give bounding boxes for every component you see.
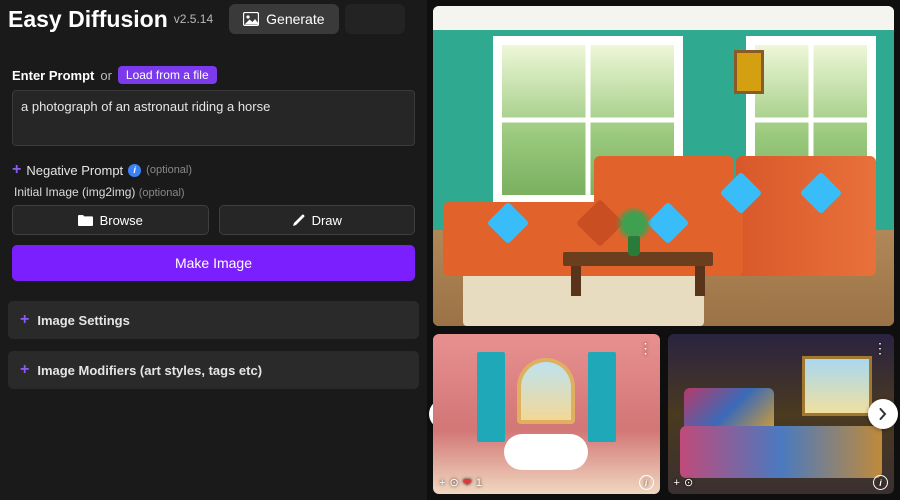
load-from-file-chip[interactable]: Load from a file: [118, 66, 217, 84]
thumbnail-2[interactable]: ⋮ + ⊙ i: [668, 334, 895, 494]
plus-icon: +: [12, 161, 21, 179]
thumbnail-menu-icon[interactable]: ⋮: [639, 340, 654, 357]
left-panel: Easy Diffusion v2.5.14 Generate Enter Pr…: [0, 0, 427, 500]
image-modifiers-label: Image Modifiers (art styles, tags etc): [37, 363, 262, 378]
negative-prompt-toggle[interactable]: + Negative Prompt i (optional): [12, 161, 415, 179]
thumbnail-1-scene: [433, 334, 660, 494]
scene-ceiling: [433, 6, 894, 30]
image-modifiers-panel[interactable]: + Image Modifiers (art styles, tags etc): [8, 351, 419, 389]
browse-label: Browse: [100, 213, 143, 228]
make-image-button[interactable]: Make Image: [12, 245, 415, 281]
thumbnail-menu-icon[interactable]: ⋮: [873, 340, 888, 357]
scene-painting: [734, 50, 764, 94]
chevron-right-icon: [879, 408, 887, 420]
initial-image-label: Initial Image (img2img): [14, 185, 135, 199]
thumbnail-1[interactable]: ⋮ + ⊙ ❤ 1 i: [433, 334, 660, 494]
info-icon[interactable]: i: [128, 164, 141, 177]
thumbnail-footer: + ⊙ i: [674, 475, 889, 490]
tab-generate-label: Generate: [266, 11, 324, 27]
draw-label: Draw: [312, 213, 342, 228]
negative-prompt-label: Negative Prompt: [26, 163, 123, 178]
initial-image-label-row: Initial Image (img2img) (optional): [14, 185, 415, 199]
thumbnail-2-scene: [668, 334, 895, 494]
scene-vase: [628, 236, 640, 256]
prompt-label: Enter Prompt: [12, 68, 94, 83]
prompt-input[interactable]: [12, 90, 415, 146]
prompt-label-row: Enter Prompt or Load from a file: [12, 66, 415, 84]
circle-icon[interactable]: ⊙: [449, 476, 458, 489]
header: Easy Diffusion v2.5.14 Generate: [0, 0, 427, 38]
info-icon[interactable]: i: [639, 475, 654, 490]
thumbnail-row: ⋮ + ⊙ ❤ 1 i ⋮ + ⊙ i: [433, 334, 894, 494]
browse-button[interactable]: Browse: [12, 205, 209, 235]
image-icon: [243, 12, 259, 26]
carousel-next-button[interactable]: [868, 399, 898, 429]
tab-row: Generate: [229, 4, 404, 34]
thumbnail-footer: + ⊙ ❤ 1 i: [439, 475, 654, 490]
draw-button[interactable]: Draw: [219, 205, 416, 235]
heart-icon[interactable]: ❤: [463, 476, 472, 489]
plus-icon: +: [20, 311, 29, 329]
initial-image-buttons: Browse Draw: [12, 205, 415, 235]
prompt-section: Enter Prompt or Load from a file + Negat…: [0, 58, 427, 289]
scene-sofa-side: [736, 156, 876, 276]
negative-optional: (optional): [146, 164, 192, 176]
image-settings-label: Image Settings: [37, 313, 129, 328]
right-panel: ⋮ + ⊙ ❤ 1 i ⋮ + ⊙ i: [427, 0, 900, 500]
scene-table: [563, 252, 713, 296]
like-count: 1: [476, 477, 482, 489]
pencil-icon: [292, 214, 305, 227]
generated-image-main[interactable]: [433, 6, 894, 326]
initial-image-optional: (optional): [139, 187, 185, 199]
folder-icon: [78, 214, 93, 226]
tab-generate[interactable]: Generate: [229, 4, 338, 34]
info-icon[interactable]: i: [873, 475, 888, 490]
app-version: v2.5.14: [174, 12, 213, 26]
add-icon[interactable]: +: [674, 477, 680, 489]
add-icon[interactable]: +: [439, 477, 445, 489]
circle-icon[interactable]: ⊙: [684, 476, 693, 489]
plus-icon: +: [20, 361, 29, 379]
app-title: Easy Diffusion: [8, 6, 168, 33]
tab-ghost[interactable]: [345, 4, 405, 34]
image-settings-panel[interactable]: + Image Settings: [8, 301, 419, 339]
prompt-or: or: [100, 68, 112, 83]
